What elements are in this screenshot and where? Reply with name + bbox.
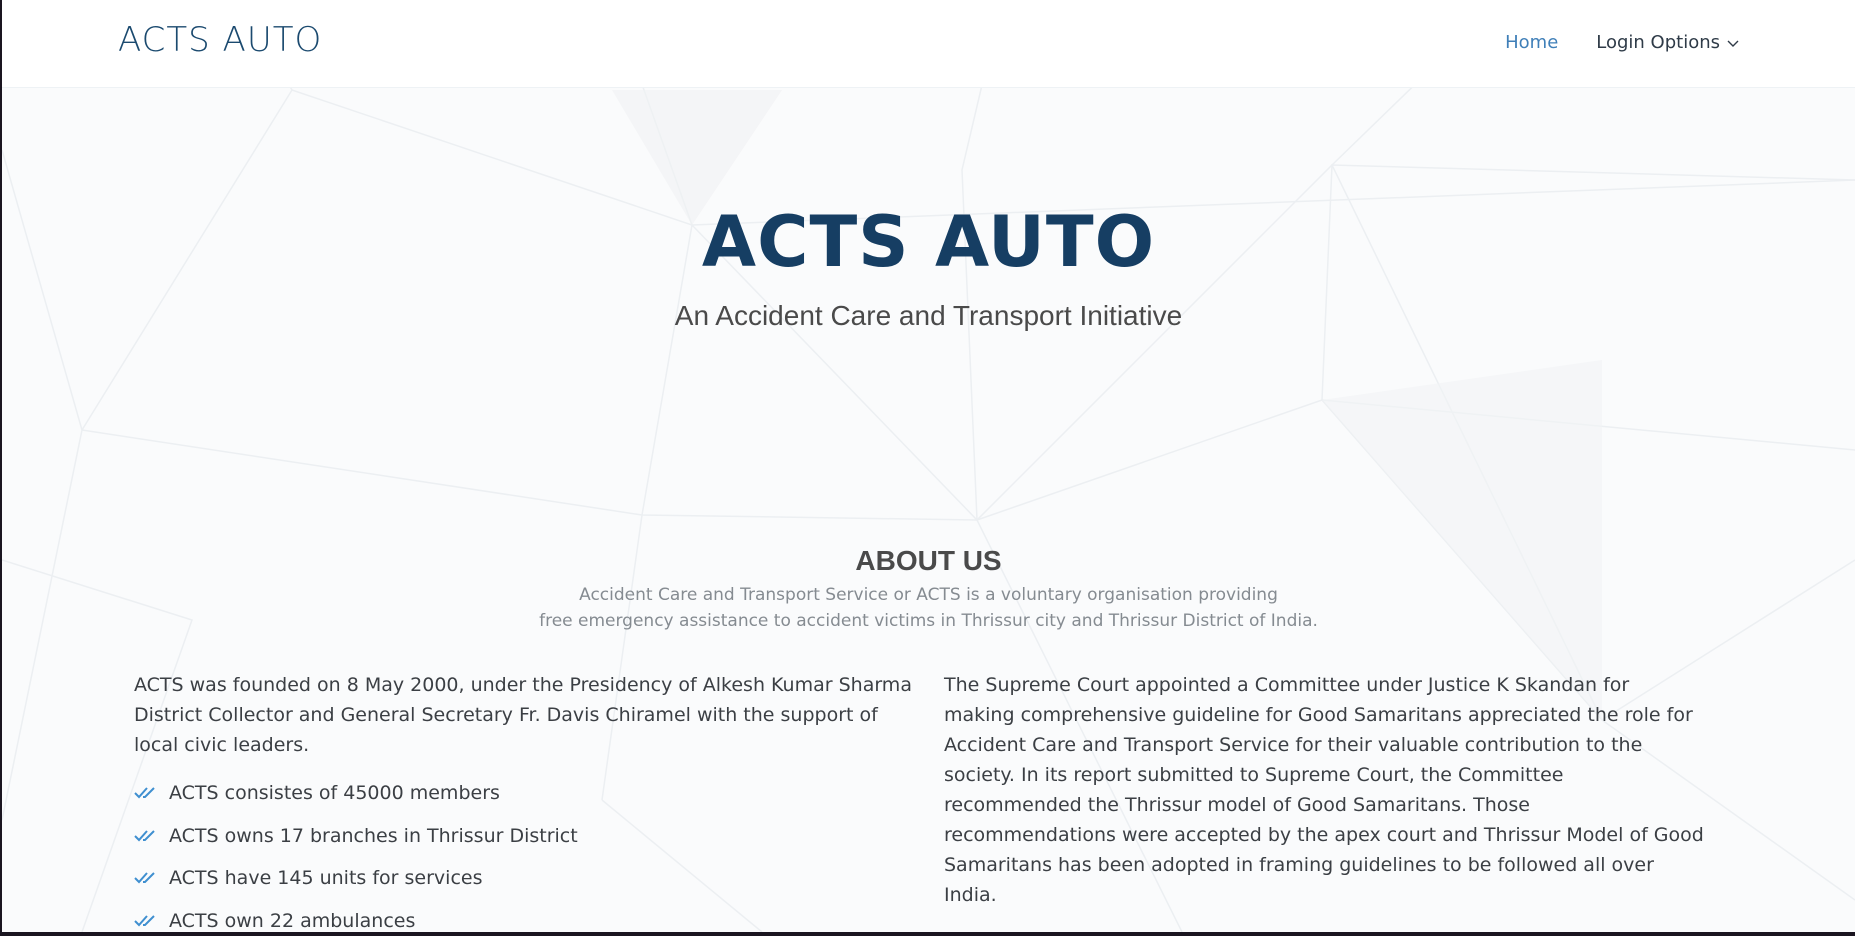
about-right-column: The Supreme Court appointed a Committee … <box>944 670 1704 910</box>
double-check-icon <box>134 787 155 799</box>
nav-login-label: Login Options <box>1596 32 1720 53</box>
double-check-icon <box>134 830 155 842</box>
nav-home-link[interactable]: Home <box>1505 32 1558 53</box>
feature-list: ACTS consistes of 45000 members ACTS own… <box>134 772 914 932</box>
about-description-line: free emergency assistance to accident vi… <box>539 611 1318 631</box>
hero-subtitle: An Accident Care and Transport Initiativ… <box>674 300 1183 331</box>
founding-paragraph: ACTS was founded on 8 May 2000, under th… <box>134 674 912 756</box>
list-item: ACTS have 145 units for services <box>134 857 914 900</box>
list-item: ACTS consistes of 45000 members <box>134 772 914 815</box>
feature-text: ACTS have 145 units for services <box>169 867 483 890</box>
main-nav: Home Login Options <box>1505 32 1739 53</box>
about-description-line: Accident Care and Transport Service or A… <box>579 585 1278 605</box>
nav-home-label: Home <box>1505 32 1559 53</box>
page-viewport: ACTS AUTO Home Login Options ACTS AUTO A… <box>2 0 1855 932</box>
supreme-court-paragraph: The Supreme Court appointed a Committee … <box>944 674 1704 906</box>
list-item: ACTS own 22 ambulances <box>134 900 914 933</box>
about-left-column: ACTS was founded on 8 May 2000, under th… <box>134 670 914 932</box>
about-description: Accident Care and Transport Service or A… <box>2 582 1855 634</box>
chevron-down-icon <box>1727 40 1739 47</box>
feature-text: ACTS own 22 ambulances <box>169 909 416 932</box>
list-item: ACTS owns 17 branches in Thrissur Distri… <box>134 815 914 858</box>
feature-text: ACTS consistes of 45000 members <box>169 782 500 805</box>
hero-title: ACTS AUTO <box>701 201 1156 283</box>
about-title: ABOUT US <box>855 545 1002 576</box>
top-navbar: ACTS AUTO Home Login Options <box>2 0 1855 88</box>
double-check-icon <box>134 915 155 927</box>
site-logo[interactable]: ACTS AUTO <box>118 20 322 60</box>
double-check-icon <box>134 872 155 884</box>
feature-text: ACTS owns 17 branches in Thrissur Distri… <box>169 824 578 847</box>
nav-login-options-dropdown[interactable]: Login Options <box>1596 32 1739 53</box>
